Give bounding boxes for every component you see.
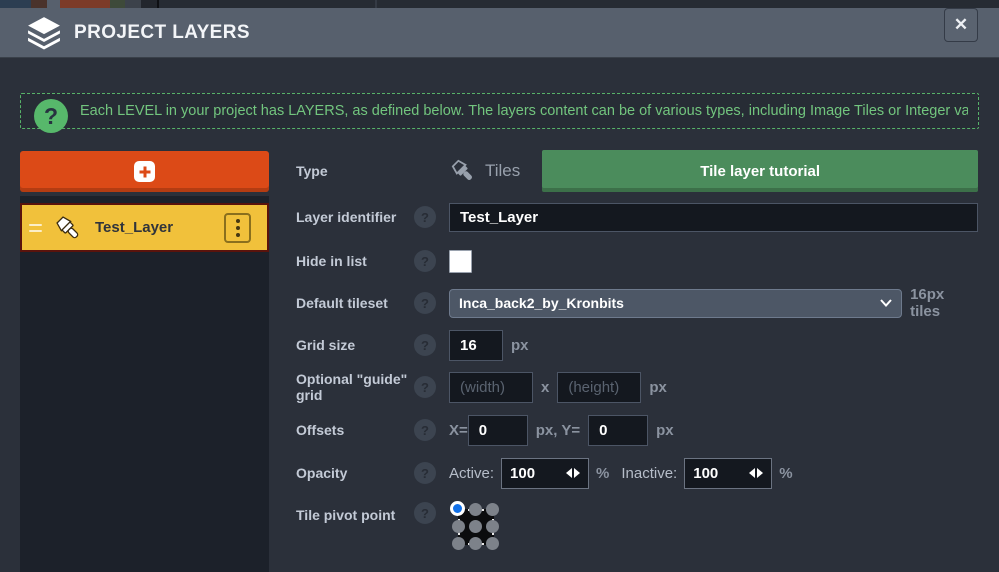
info-banner-text: Each LEVEL in your project has LAYERS, a… bbox=[80, 94, 968, 128]
close-button[interactable]: ✕ bbox=[944, 8, 978, 42]
help-icon[interactable]: ? bbox=[414, 376, 436, 398]
grid-size-label: Grid size bbox=[296, 337, 414, 353]
guide-grid-width-input[interactable] bbox=[449, 372, 533, 403]
layer-identifier-input[interactable] bbox=[449, 203, 978, 232]
drag-handle-icon[interactable] bbox=[29, 224, 42, 232]
chevron-down-icon bbox=[880, 299, 892, 307]
project-layers-dialog: PROJECT LAYERS ✕ ? Each LEVEL in your pr… bbox=[0, 0, 999, 572]
help-icon[interactable]: ? bbox=[414, 419, 436, 441]
brush-icon bbox=[53, 213, 83, 243]
help-icon[interactable]: ? bbox=[414, 334, 436, 356]
offset-mid-label: px, Y= bbox=[536, 422, 580, 439]
pivot-dot[interactable] bbox=[469, 537, 482, 550]
help-circle-icon: ? bbox=[34, 99, 68, 133]
row-layer-identifier: Layer identifier ? bbox=[296, 196, 978, 238]
add-layer-button[interactable] bbox=[20, 151, 269, 192]
row-type: Type Tiles Tile layer tutorial bbox=[296, 150, 978, 192]
row-grid-size: Grid size ? px bbox=[296, 324, 978, 366]
hide-in-list-checkbox[interactable] bbox=[449, 250, 472, 273]
page-title: PROJECT LAYERS bbox=[74, 22, 250, 44]
row-default-tileset: Default tileset ? Inca_back2_by_Kronbits… bbox=[296, 282, 978, 324]
tileset-size-hint: 16px tiles bbox=[910, 286, 978, 320]
pivot-dot[interactable] bbox=[452, 520, 465, 533]
info-banner: ? Each LEVEL in your project has LAYERS,… bbox=[20, 93, 979, 129]
default-tileset-select[interactable]: Inca_back2_by_Kronbits bbox=[449, 289, 902, 318]
layer-item-name: Test_Layer bbox=[95, 219, 173, 236]
opacity-active-label: Active: bbox=[449, 465, 494, 482]
pivot-dot[interactable] bbox=[450, 501, 465, 516]
tiles-brush-icon bbox=[449, 157, 477, 185]
dialog-titlebar: PROJECT LAYERS bbox=[0, 8, 999, 58]
layer-list-panel: Test_Layer bbox=[20, 196, 269, 572]
guide-grid-unit: px bbox=[649, 379, 667, 396]
pivot-dot[interactable] bbox=[486, 520, 499, 533]
row-opacity: Opacity ? Active: 100 % Inactive: 100 % bbox=[296, 452, 978, 494]
guide-grid-label: Optional "guide" grid bbox=[296, 371, 414, 403]
offset-x-label: X= bbox=[449, 422, 468, 439]
pivot-dot[interactable] bbox=[486, 503, 499, 516]
layer-list-item[interactable]: Test_Layer bbox=[20, 203, 269, 252]
opacity-inactive-stepper[interactable]: 100 bbox=[684, 458, 772, 489]
help-icon[interactable]: ? bbox=[414, 502, 436, 524]
row-pivot: Tile pivot point ? bbox=[296, 495, 978, 551]
help-icon[interactable]: ? bbox=[414, 462, 436, 484]
pivot-dot[interactable] bbox=[452, 537, 465, 550]
row-offsets: Offsets ? X= px, Y= px bbox=[296, 409, 978, 451]
pivot-dot[interactable] bbox=[486, 537, 499, 550]
offsets-label: Offsets bbox=[296, 422, 414, 438]
help-icon[interactable]: ? bbox=[414, 206, 436, 228]
type-label: Type bbox=[296, 163, 414, 179]
opacity-active-stepper[interactable]: 100 bbox=[501, 458, 589, 489]
offset-x-input[interactable] bbox=[468, 415, 528, 446]
row-guide-grid: Optional "guide" grid ? x px bbox=[296, 366, 978, 408]
default-tileset-value: Inca_back2_by_Kronbits bbox=[459, 295, 624, 311]
opacity-label: Opacity bbox=[296, 465, 414, 481]
kebab-menu-icon bbox=[236, 219, 240, 223]
layer-identifier-label: Layer identifier bbox=[296, 209, 414, 225]
layer-menu-button[interactable] bbox=[224, 213, 251, 243]
opacity-active-unit: % bbox=[596, 465, 609, 482]
grid-size-input[interactable] bbox=[449, 330, 503, 361]
guide-grid-separator: x bbox=[541, 379, 549, 396]
offset-y-input[interactable] bbox=[588, 415, 648, 446]
help-icon[interactable]: ? bbox=[414, 250, 436, 272]
opacity-inactive-unit: % bbox=[779, 465, 792, 482]
stepper-arrows-icon[interactable] bbox=[749, 468, 763, 478]
offsets-unit: px bbox=[656, 422, 674, 439]
pivot-dot[interactable] bbox=[469, 520, 482, 533]
grid-size-unit: px bbox=[511, 337, 529, 354]
default-tileset-label: Default tileset bbox=[296, 295, 414, 311]
layers-icon bbox=[26, 16, 62, 50]
close-icon: ✕ bbox=[954, 15, 968, 35]
opacity-inactive-label: Inactive: bbox=[621, 465, 677, 482]
pivot-dot[interactable] bbox=[469, 503, 482, 516]
tile-layer-tutorial-button[interactable]: Tile layer tutorial bbox=[542, 150, 978, 192]
opacity-inactive-value: 100 bbox=[693, 465, 718, 482]
type-value: Tiles bbox=[485, 161, 520, 181]
tile-pivot-widget bbox=[458, 509, 494, 545]
opacity-active-value: 100 bbox=[510, 465, 535, 482]
background-app-strip bbox=[0, 0, 999, 8]
plus-icon bbox=[134, 161, 155, 182]
row-hide-in-list: Hide in list ? bbox=[296, 240, 978, 282]
guide-grid-height-input[interactable] bbox=[557, 372, 641, 403]
hide-in-list-label: Hide in list bbox=[296, 253, 414, 269]
pivot-label: Tile pivot point bbox=[296, 507, 414, 523]
stepper-arrows-icon[interactable] bbox=[566, 468, 580, 478]
help-icon[interactable]: ? bbox=[414, 292, 436, 314]
